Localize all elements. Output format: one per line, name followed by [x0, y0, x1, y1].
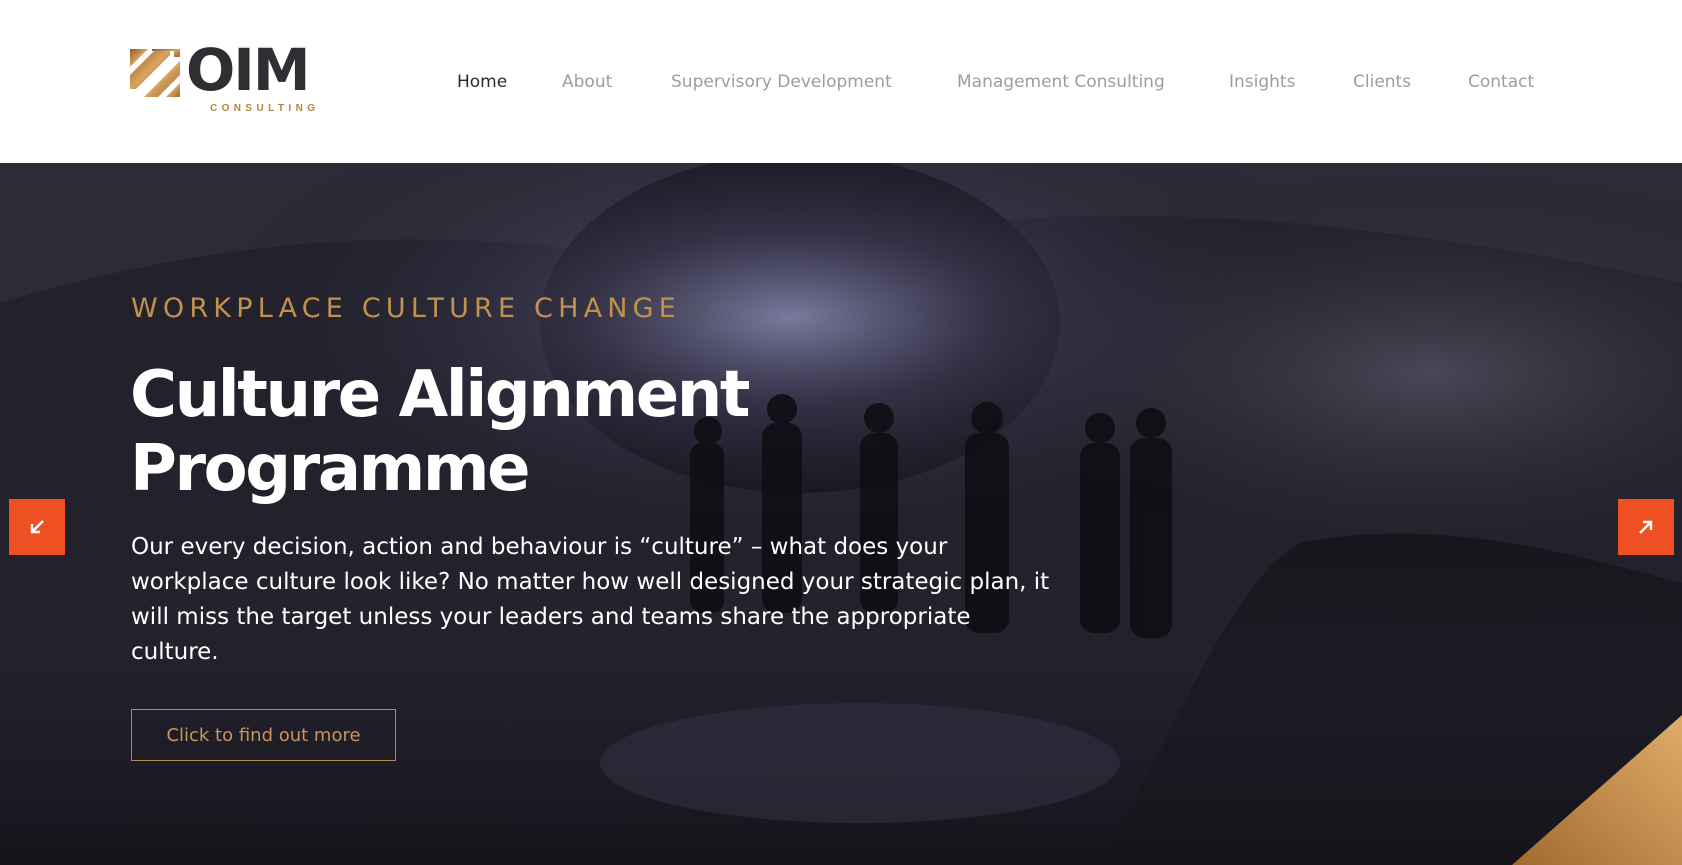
nav-item-clients[interactable]: Clients — [1353, 72, 1411, 92]
slider-next-button[interactable] — [1618, 499, 1674, 555]
nav-item-home[interactable]: Home — [457, 72, 507, 92]
hero-eyebrow: WORKPLACE CULTURE CHANGE — [131, 293, 682, 324]
arrow-up-right-icon — [1639, 520, 1653, 534]
hero-slider: WORKPLACE CULTURE CHANGE Culture Alignme… — [0, 163, 1682, 865]
hero-title: Culture Alignment Programme — [130, 358, 830, 506]
nav-item-insights[interactable]: Insights — [1229, 72, 1295, 92]
decorative-corner-triangle — [1512, 715, 1682, 865]
nav-item-contact[interactable]: Contact — [1468, 72, 1534, 92]
arrow-down-left-icon — [30, 520, 44, 534]
main-nav: Home About Supervisory Development Manag… — [0, 72, 1682, 94]
nav-item-about[interactable]: About — [562, 72, 612, 92]
slider-prev-button[interactable] — [9, 499, 65, 555]
find-out-more-button[interactable]: Click to find out more — [131, 709, 396, 761]
nav-item-supervisory-development[interactable]: Supervisory Development — [671, 72, 892, 92]
nav-item-management-consulting[interactable]: Management Consulting — [957, 72, 1165, 92]
hero-title-line1: Culture Alignment — [130, 358, 751, 432]
site-header: OIM CONSULTING Home About Supervisory De… — [0, 0, 1682, 163]
hero-title-line2: Programme — [130, 432, 531, 506]
logo-subtitle: CONSULTING — [210, 103, 320, 114]
hero-description: Our every decision, action and behaviour… — [131, 534, 1050, 665]
